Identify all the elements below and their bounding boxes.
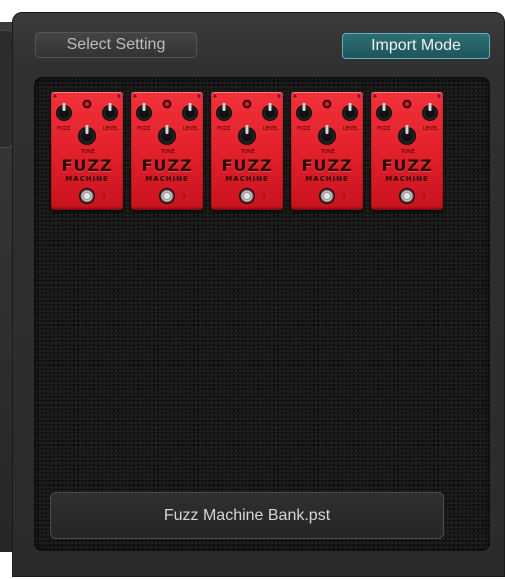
pedalboard-area: FUZZ LEVEL TONE FUZZ MACHINE 2 FUZZ LEVE… — [34, 77, 490, 551]
led-icon — [402, 99, 412, 109]
pedal-channel-number: 2 — [342, 193, 346, 200]
fuzz-knob-icon — [136, 103, 152, 121]
fuzz-machine-pedal[interactable]: FUZZ LEVEL TONE FUZZ MACHINE 2 — [211, 92, 283, 210]
fuzz-machine-pedal[interactable]: FUZZ LEVEL TONE FUZZ MACHINE 2 — [131, 92, 203, 210]
fuzz-machine-pedal[interactable]: FUZZ LEVEL TONE FUZZ MACHINE 2 — [371, 92, 443, 210]
level-knob-icon — [262, 103, 278, 121]
pedal-channel-number: 2 — [422, 193, 426, 200]
fuzz-knob-label: FUZZ — [57, 126, 71, 132]
footswitch-icon — [239, 188, 255, 204]
level-knob-icon — [342, 103, 358, 121]
footswitch-icon — [319, 188, 335, 204]
tone-knob-icon — [398, 125, 416, 145]
led-icon — [82, 99, 92, 109]
led-icon — [162, 99, 172, 109]
pedal-row: FUZZ LEVEL TONE FUZZ MACHINE 2 FUZZ LEVE… — [51, 92, 443, 210]
pedal-title-bottom: MACHINE — [145, 175, 189, 183]
fuzz-knob-label: FUZZ — [217, 126, 231, 132]
level-knob-label: LEVEL — [343, 126, 359, 132]
fuzz-machine-pedal[interactable]: FUZZ LEVEL TONE FUZZ MACHINE 2 — [51, 92, 123, 210]
fuzz-machine-pedal[interactable]: FUZZ LEVEL TONE FUZZ MACHINE 2 — [291, 92, 363, 210]
level-knob-icon — [182, 103, 198, 121]
tone-knob-icon — [318, 125, 336, 145]
title-bar-strip — [0, 0, 505, 8]
level-knob-label: LEVEL — [263, 126, 279, 132]
preset-filename-display: Fuzz Machine Bank.pst — [50, 492, 444, 539]
select-setting-button[interactable]: Select Setting — [35, 32, 197, 58]
pedal-title-bottom: MACHINE — [65, 175, 109, 183]
tone-knob-label: TONE — [161, 149, 175, 155]
tone-knob-icon — [158, 125, 176, 145]
tone-knob-label: TONE — [241, 149, 255, 155]
footswitch-icon — [159, 188, 175, 204]
footswitch-icon — [79, 188, 95, 204]
tone-knob-label: TONE — [321, 149, 335, 155]
level-knob-icon — [422, 103, 438, 121]
pedal-title-top: FUZZ — [221, 156, 273, 175]
fuzz-knob-label: FUZZ — [137, 126, 151, 132]
level-knob-icon — [102, 103, 118, 121]
fuzz-knob-icon — [376, 103, 392, 121]
pedal-title-bottom: MACHINE — [305, 175, 349, 183]
led-icon — [322, 99, 332, 109]
level-knob-label: LEVEL — [183, 126, 199, 132]
fuzz-knob-icon — [216, 103, 232, 121]
import-mode-button[interactable]: Import Mode — [342, 33, 490, 59]
pedal-title-top: FUZZ — [141, 156, 193, 175]
led-icon — [242, 99, 252, 109]
tone-knob-label: TONE — [401, 149, 415, 155]
pedal-channel-number: 2 — [262, 193, 266, 200]
fuzz-knob-icon — [296, 103, 312, 121]
tone-knob-label: TONE — [81, 149, 95, 155]
pedal-title-top: FUZZ — [381, 156, 433, 175]
fuzz-knob-label: FUZZ — [377, 126, 391, 132]
level-knob-label: LEVEL — [103, 126, 119, 132]
level-knob-label: LEVEL — [423, 126, 439, 132]
preset-import-panel: Select Setting Import Mode FUZZ LEVEL TO… — [12, 12, 505, 577]
pedal-title-bottom: MACHINE — [225, 175, 269, 183]
pedal-channel-number: 2 — [102, 193, 106, 200]
fuzz-knob-icon — [56, 103, 72, 121]
fuzz-knob-label: FUZZ — [297, 126, 311, 132]
pedal-title-top: FUZZ — [61, 156, 113, 175]
tone-knob-icon — [78, 125, 96, 145]
footswitch-icon — [399, 188, 415, 204]
app-window: Select Setting Import Mode FUZZ LEVEL TO… — [0, 0, 505, 579]
pedal-channel-number: 2 — [182, 193, 186, 200]
pedal-title-top: FUZZ — [301, 156, 353, 175]
tone-knob-icon — [238, 125, 256, 145]
pedal-title-bottom: MACHINE — [385, 175, 429, 183]
